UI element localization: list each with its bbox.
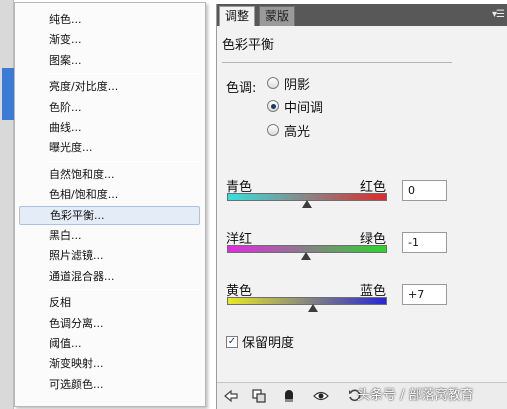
- back-arrow-icon[interactable]: [223, 388, 239, 404]
- preserve-luminosity-checkbox[interactable]: ✓: [226, 335, 238, 348]
- slider-thumb[interactable]: [301, 252, 312, 260]
- radio-highlights[interactable]: 高光: [267, 121, 311, 140]
- tab-masks[interactable]: 蒙版: [259, 6, 296, 26]
- menu-item[interactable]: 图案...: [19, 51, 200, 70]
- menu-item[interactable]: 渐变...: [19, 30, 200, 49]
- slider-value-field[interactable]: -1: [402, 232, 447, 253]
- menu-item[interactable]: 反相: [19, 293, 200, 312]
- background-panel-strip: [0, 0, 14, 409]
- menu-item[interactable]: 自然饱和度...: [19, 165, 200, 184]
- radio-button-midtones[interactable]: [267, 100, 279, 112]
- menu-separator: [45, 289, 200, 291]
- menu-item[interactable]: 黑白...: [19, 226, 200, 245]
- menu-separator: [45, 160, 200, 162]
- tab-adjustments[interactable]: 调整: [219, 6, 256, 26]
- menu-item[interactable]: 色彩平衡...: [19, 205, 200, 225]
- mask-visibility-icon[interactable]: [281, 388, 297, 404]
- menu-item[interactable]: 曲线...: [19, 118, 200, 137]
- menu-item[interactable]: 色阶...: [19, 98, 200, 117]
- panel-tab-bar: 调整 蒙版 ▾☰: [217, 4, 507, 26]
- radio-label-highlights: 高光: [284, 124, 311, 140]
- eye-icon[interactable]: [313, 388, 329, 404]
- radio-label-shadows: 阴影: [284, 77, 311, 93]
- adjustments-panel: 调整 蒙版 ▾☰ 色彩平衡 色调: 阴影 中间调 高光 青色 红色 0 洋红 绿色 -1 黄…: [216, 4, 507, 409]
- radio-button-shadows[interactable]: [267, 77, 279, 89]
- menu-item[interactable]: 亮度/对比度...: [19, 77, 200, 96]
- menu-item[interactable]: 色调分离...: [19, 314, 200, 333]
- menu-item[interactable]: 渐变映射...: [19, 354, 200, 373]
- tone-label: 色调:: [226, 81, 257, 96]
- radio-midtones[interactable]: 中间调: [267, 97, 324, 116]
- menu-item[interactable]: 纯色...: [19, 10, 200, 29]
- clip-layer-icon[interactable]: [251, 388, 267, 404]
- menu-item[interactable]: 通道混合器...: [19, 267, 200, 286]
- adjustment-layer-menu: 纯色... 渐变... 图案... 亮度/对比度... 色阶... 曲线... 曝光度...…: [14, 2, 206, 407]
- slider-thumb[interactable]: [307, 304, 318, 312]
- preserve-luminosity-label: 保留明度: [242, 336, 295, 351]
- panel-title: 色彩平衡: [222, 38, 275, 53]
- background-layer-selection: [2, 68, 14, 120]
- slider-value-field[interactable]: 0: [402, 180, 447, 201]
- panel-menu-icon[interactable]: ▾☰: [492, 9, 505, 20]
- menu-item[interactable]: 可选颜色...: [19, 375, 200, 394]
- slider-thumb[interactable]: [302, 200, 312, 208]
- menu-item[interactable]: 照片滤镜...: [19, 246, 200, 265]
- menu-item[interactable]: 色相/饱和度...: [19, 185, 200, 204]
- preserve-luminosity-row[interactable]: ✓ 保留明度: [226, 332, 294, 351]
- title-divider: [222, 62, 452, 63]
- radio-label-midtones: 中间调: [284, 100, 324, 116]
- menu-item[interactable]: 曝光度...: [19, 138, 200, 157]
- slider-value-field[interactable]: +7: [402, 284, 447, 305]
- watermark-text: 头条号 / 部落窝教育: [357, 388, 474, 403]
- radio-shadows[interactable]: 阴影: [267, 74, 311, 93]
- menu-item[interactable]: 阈值...: [19, 334, 200, 353]
- menu-separator: [45, 73, 200, 75]
- radio-button-highlights[interactable]: [267, 124, 279, 136]
